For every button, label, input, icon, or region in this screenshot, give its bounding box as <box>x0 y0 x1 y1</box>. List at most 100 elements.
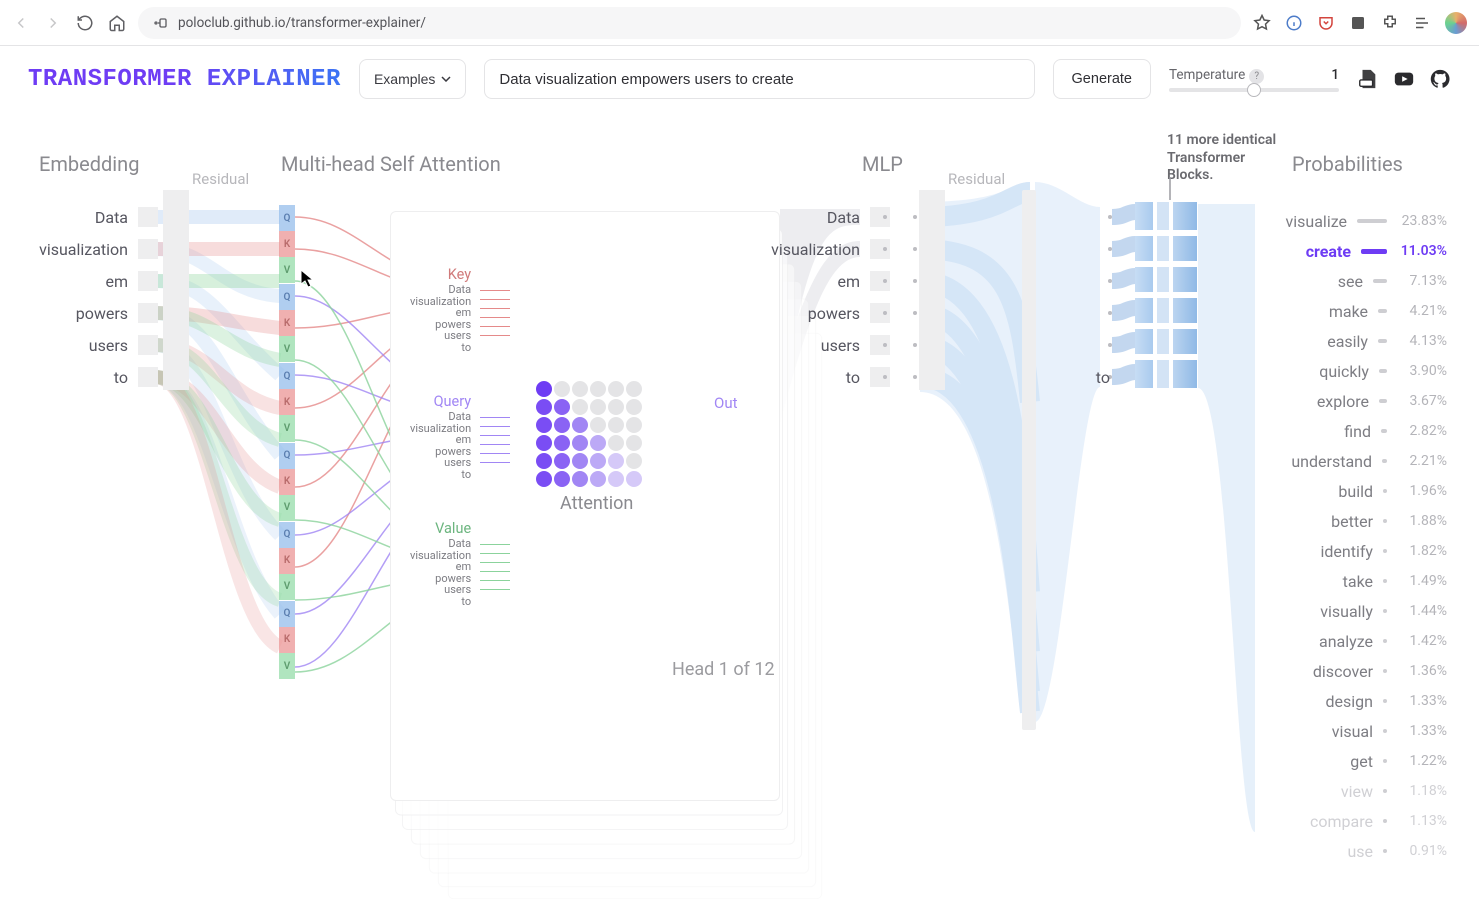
prob-row[interactable]: see7.13% <box>1257 270 1447 292</box>
token-row[interactable]: users <box>28 335 158 355</box>
qkv-q-cell[interactable]: Q <box>279 363 295 389</box>
prob-row[interactable]: design1.33% <box>1257 690 1447 712</box>
qkv-k-cell[interactable]: K <box>279 231 295 257</box>
attn-cell[interactable] <box>626 435 642 451</box>
extensions-icon[interactable] <box>1381 14 1399 32</box>
attn-cell[interactable] <box>536 471 552 487</box>
attn-cell[interactable] <box>554 417 570 433</box>
attn-cell[interactable] <box>590 435 606 451</box>
home-icon[interactable] <box>108 14 126 32</box>
attn-cell[interactable] <box>608 417 624 433</box>
info-icon[interactable] <box>1285 14 1303 32</box>
prompt-input[interactable] <box>484 59 1034 99</box>
prob-row[interactable]: identify1.82% <box>1257 540 1447 562</box>
prob-row[interactable]: use0.91% <box>1257 840 1447 862</box>
attn-cell[interactable] <box>536 417 552 433</box>
attn-cell[interactable] <box>608 435 624 451</box>
qkv-q-cell[interactable]: Q <box>279 284 295 310</box>
prob-row[interactable]: visual1.33% <box>1257 720 1447 742</box>
reading-list-icon[interactable] <box>1413 14 1431 32</box>
prob-row[interactable]: explore3.67% <box>1257 390 1447 412</box>
attn-cell[interactable] <box>590 453 606 469</box>
reload-icon[interactable] <box>76 14 94 32</box>
attn-cell[interactable] <box>572 399 588 415</box>
probabilities-list[interactable]: visualize23.83% create11.03% see7.13% make4… <box>1257 210 1447 862</box>
qkv-k-cell[interactable]: K <box>279 627 295 653</box>
prob-row[interactable]: create11.03% <box>1257 240 1447 262</box>
prob-row[interactable]: visually1.44% <box>1257 600 1447 622</box>
prob-row[interactable]: quickly3.90% <box>1257 360 1447 382</box>
qkv-v-cell[interactable]: V <box>279 495 295 521</box>
token-row[interactable]: to <box>28 367 158 387</box>
prob-row[interactable]: easily4.13% <box>1257 330 1447 352</box>
attention-matrix[interactable] <box>536 381 644 489</box>
qkv-q-cell[interactable]: Q <box>279 601 295 627</box>
attn-cell[interactable] <box>554 381 570 397</box>
token-row[interactable]: powers <box>760 303 890 323</box>
star-icon[interactable] <box>1253 14 1271 32</box>
qkv-k-cell[interactable]: K <box>279 469 295 495</box>
attn-cell[interactable] <box>572 471 588 487</box>
help-icon[interactable]: ? <box>1249 69 1264 84</box>
prob-row[interactable]: take1.49% <box>1257 570 1447 592</box>
generate-button[interactable]: Generate <box>1053 59 1151 99</box>
attn-cell[interactable] <box>626 399 642 415</box>
attn-cell[interactable] <box>608 453 624 469</box>
temperature-slider[interactable] <box>1169 88 1339 92</box>
attn-cell[interactable] <box>572 453 588 469</box>
prob-row[interactable]: better1.88% <box>1257 510 1447 532</box>
attn-cell[interactable] <box>626 381 642 397</box>
attn-cell[interactable] <box>536 453 552 469</box>
qkv-v-cell[interactable]: V <box>279 415 295 441</box>
attn-cell[interactable] <box>536 381 552 397</box>
attn-cell[interactable] <box>536 435 552 451</box>
prob-row[interactable]: visualize23.83% <box>1257 210 1447 232</box>
profile-avatar[interactable] <box>1445 12 1467 34</box>
youtube-icon[interactable] <box>1393 68 1415 90</box>
examples-button[interactable]: Examples <box>359 59 466 99</box>
metamask-icon[interactable] <box>1349 14 1367 32</box>
token-row[interactable]: users <box>760 335 890 355</box>
prob-row[interactable]: find2.82% <box>1257 420 1447 442</box>
token-row[interactable]: visualization <box>760 239 890 259</box>
prob-row[interactable]: understand2.21% <box>1257 450 1447 472</box>
attn-cell[interactable] <box>554 471 570 487</box>
attn-cell[interactable] <box>626 471 642 487</box>
qkv-v-cell[interactable]: V <box>279 653 295 679</box>
attn-cell[interactable] <box>590 417 606 433</box>
qkv-k-cell[interactable]: K <box>279 389 295 415</box>
attn-cell[interactable] <box>554 453 570 469</box>
attn-cell[interactable] <box>572 381 588 397</box>
qkv-k-cell[interactable]: K <box>279 310 295 336</box>
attn-cell[interactable] <box>572 435 588 451</box>
token-row[interactable]: to <box>760 367 890 387</box>
attn-cell[interactable] <box>608 381 624 397</box>
token-row[interactable]: em <box>28 271 158 291</box>
qkv-v-cell[interactable]: V <box>279 574 295 600</box>
attn-cell[interactable] <box>626 453 642 469</box>
github-icon[interactable] <box>1429 68 1451 90</box>
attn-cell[interactable] <box>554 399 570 415</box>
transformer-blocks-icon[interactable] <box>1135 202 1197 388</box>
app-logo[interactable]: Transformer Explainer <box>28 66 341 93</box>
prob-row[interactable]: view1.18% <box>1257 780 1447 802</box>
attn-cell[interactable] <box>572 417 588 433</box>
prob-row[interactable]: get1.22% <box>1257 750 1447 772</box>
attn-cell[interactable] <box>626 417 642 433</box>
prob-row[interactable]: discover1.36% <box>1257 660 1447 682</box>
prob-row[interactable]: make4.21% <box>1257 300 1447 322</box>
attn-cell[interactable] <box>590 399 606 415</box>
qkv-q-cell[interactable]: Q <box>279 205 295 231</box>
prob-row[interactable]: build1.96% <box>1257 480 1447 502</box>
token-row[interactable]: Data <box>28 207 158 227</box>
attn-cell[interactable] <box>590 381 606 397</box>
qkv-k-cell[interactable]: K <box>279 548 295 574</box>
token-row[interactable]: powers <box>28 303 158 323</box>
token-row[interactable]: em <box>760 271 890 291</box>
token-row[interactable]: visualization <box>28 239 158 259</box>
pdf-icon[interactable] <box>1357 68 1379 90</box>
attn-cell[interactable] <box>608 399 624 415</box>
slider-knob[interactable] <box>1247 83 1261 97</box>
qkv-stack[interactable]: QKVQKVQKVQKVQKVQKV <box>279 204 295 679</box>
attn-cell[interactable] <box>608 471 624 487</box>
